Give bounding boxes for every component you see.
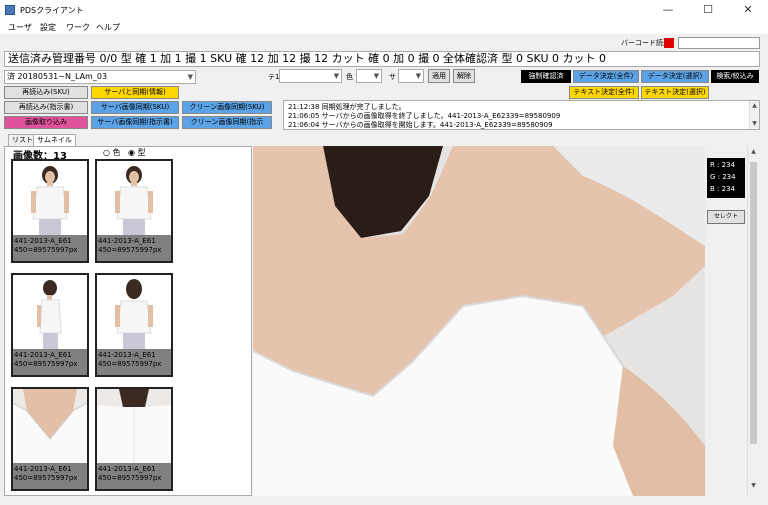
thumbnail-item[interactable]: 441-2013-A_E61 450=89575997px: [95, 273, 173, 377]
minimize-button[interactable]: —: [648, 0, 688, 20]
thumbnail-caption-line: 450=89575997px: [14, 246, 78, 254]
thumbnail-item[interactable]: 441-2013-A_E61 450=89575997px: [11, 159, 89, 263]
reload-instruction-button[interactable]: 再読込み(指示書): [4, 101, 88, 114]
reload-sku-button[interactable]: 再読込み(SKU): [4, 86, 88, 99]
barcode-input[interactable]: [678, 37, 760, 49]
folder-select-value: 済 20180531~N_LAm_03: [7, 72, 108, 81]
clean-image-sync-instruction-button[interactable]: クリーン画像同期(指示: [182, 116, 272, 129]
thumbnail-caption: 441-2013-A_E61 450=89575997px: [14, 351, 87, 369]
thumbnail-caption-line: 441-2013-A_E61: [14, 237, 72, 245]
thumbnail-caption-line: 450=89575997px: [14, 360, 78, 368]
scroll-down-icon[interactable]: ▼: [748, 482, 759, 489]
model-photo-back: [97, 275, 171, 349]
model-photo: [97, 161, 171, 235]
model-photo-side: [13, 275, 87, 349]
back-closeup-photo: [97, 389, 171, 463]
main-image-viewer[interactable]: [253, 146, 705, 496]
data-decide-select-button[interactable]: データ決定(選択): [641, 70, 709, 83]
neckline-closeup-photo: [13, 389, 87, 463]
thumbnail-item[interactable]: 441-2013-A_E61 450=89575997px: [95, 159, 173, 263]
image-import-button[interactable]: 画像取り込み: [4, 116, 88, 129]
thumbnail-caption: 441-2013-A_E61 450=89575997px: [14, 237, 87, 255]
thumbnail-caption-line: 441-2013-A_E61: [14, 465, 72, 473]
status-summary: 送信済み管理番号 0/0 型 確 1 加 1 撮 1 SKU 確 12 加 12…: [4, 51, 760, 67]
clear-filter-button[interactable]: 解除: [453, 69, 475, 83]
rgb-r: R : 234: [710, 161, 736, 169]
radio-color[interactable]: ○ 色: [103, 147, 121, 158]
search-narrow-button[interactable]: 検索/絞込み: [711, 70, 759, 83]
thumbnail-caption: 441-2013-A_E61 450=89575997px: [98, 351, 171, 369]
apply-filter-button[interactable]: 適用: [428, 69, 450, 83]
server-sync-info-button[interactable]: サーバと同期(情報): [91, 86, 179, 99]
te-label: テ1: [268, 73, 280, 81]
log-line: 21:06:05 サーバからの画像取得を終了しました。441-2013-A_E6…: [288, 112, 561, 120]
rgb-readout: R : 234 G : 234 B : 234: [707, 158, 745, 198]
thumbnail-caption-line: 450=89575997px: [98, 246, 162, 254]
radio-type[interactable]: ◉ 型: [128, 147, 146, 158]
log-line: 21:12:38 同期処理が完了しました。: [288, 103, 406, 111]
log-scrollbar[interactable]: ▲ ▼: [749, 101, 759, 129]
barcode-label: バーコード読込: [621, 39, 670, 47]
thumbnail-caption: 441-2013-A_E61 450=89575997px: [98, 237, 171, 255]
menu-bar: ユーザ 設定 ワーク ヘルプ: [0, 20, 768, 34]
rgb-b: B : 234: [710, 185, 735, 193]
chevron-down-icon: ▼: [187, 73, 193, 81]
radio-type-label: 型: [137, 148, 146, 157]
tab-thumbnail[interactable]: サムネイル: [33, 134, 76, 146]
size-select[interactable]: ▼: [398, 69, 424, 83]
log-panel[interactable]: 21:12:38 同期処理が完了しました。 21:06:05 サーバからの画像取…: [283, 100, 760, 130]
server-image-sync-sku-button[interactable]: サーバ画像同期(SKU): [91, 101, 179, 114]
thumbnail-caption-line: 450=89575997px: [14, 474, 78, 482]
rgb-g: G : 234: [710, 173, 736, 181]
model-photo: [13, 161, 87, 235]
te-select[interactable]: ▼: [279, 69, 342, 83]
color-label: 色: [346, 73, 353, 81]
close-button[interactable]: ✕: [728, 0, 768, 20]
select-button[interactable]: セレクト: [707, 210, 745, 224]
thumbnail-caption-line: 441-2013-A_E61: [98, 351, 156, 359]
size-label: サ: [389, 73, 396, 81]
chevron-down-icon: ▼: [415, 72, 421, 80]
log-line: 21:06:04 サーバからの画像取得を開始します。441-2013-A_E62…: [288, 121, 553, 129]
window-title: PDSクライアント: [20, 6, 84, 15]
zoomed-product-photo: [253, 146, 705, 496]
thumbnail-item[interactable]: 441-2013-A_E61 450=89575997px: [11, 273, 89, 377]
chevron-down-icon: ▼: [373, 72, 379, 80]
thumbnail-caption-line: 441-2013-A_E61: [14, 351, 72, 359]
title-bar: PDSクライアント — ☐ ✕: [0, 0, 768, 20]
scroll-up-icon[interactable]: ▲: [748, 148, 759, 155]
maximize-button[interactable]: ☐: [688, 0, 728, 20]
menu-work[interactable]: ワーク: [66, 22, 90, 33]
chevron-down-icon: ▼: [333, 72, 339, 80]
thumbnail-item[interactable]: 441-2013-A_E61 450=89575997px: [95, 387, 173, 491]
menu-help[interactable]: ヘルプ: [96, 22, 120, 33]
folder-select[interactable]: 済 20180531~N_LAm_03 ▼: [4, 70, 196, 84]
app-icon: [5, 5, 15, 15]
color-select[interactable]: ▼: [356, 69, 382, 83]
menu-settings[interactable]: 設定: [40, 22, 56, 33]
thumbnail-caption: 441-2013-A_E61 450=89575997px: [98, 465, 171, 483]
thumbnail-caption-line: 450=89575997px: [98, 360, 162, 368]
thumbnail-caption-line: 450=89575997px: [98, 474, 162, 482]
menu-user[interactable]: ユーザ: [8, 22, 32, 33]
radio-color-label: 色: [112, 148, 121, 157]
force-confirm-button[interactable]: 強制確認済: [521, 70, 571, 83]
data-decide-all-button[interactable]: データ決定(全件): [573, 70, 639, 83]
thumbnail-caption: 441-2013-A_E61 450=89575997px: [14, 465, 87, 483]
clean-image-sync-sku-button[interactable]: クリーン画像同期(SKU): [182, 101, 272, 114]
image-scrollbar[interactable]: ▲ ▼: [747, 146, 759, 496]
text-decide-select-button[interactable]: テキスト決定(選択): [641, 86, 709, 99]
barcode-status-indicator: [664, 38, 674, 48]
thumbnail-item[interactable]: 441-2013-A_E61 450=89575997px: [11, 387, 89, 491]
thumbnail-caption-line: 441-2013-A_E61: [98, 465, 156, 473]
thumbnail-caption-line: 441-2013-A_E61: [98, 237, 156, 245]
server-image-sync-instruction-button[interactable]: サーバ画像同期(指示書): [91, 116, 179, 129]
scrollbar-thumb[interactable]: [750, 162, 757, 444]
text-decide-all-button[interactable]: テキスト決定(全件): [569, 86, 639, 99]
